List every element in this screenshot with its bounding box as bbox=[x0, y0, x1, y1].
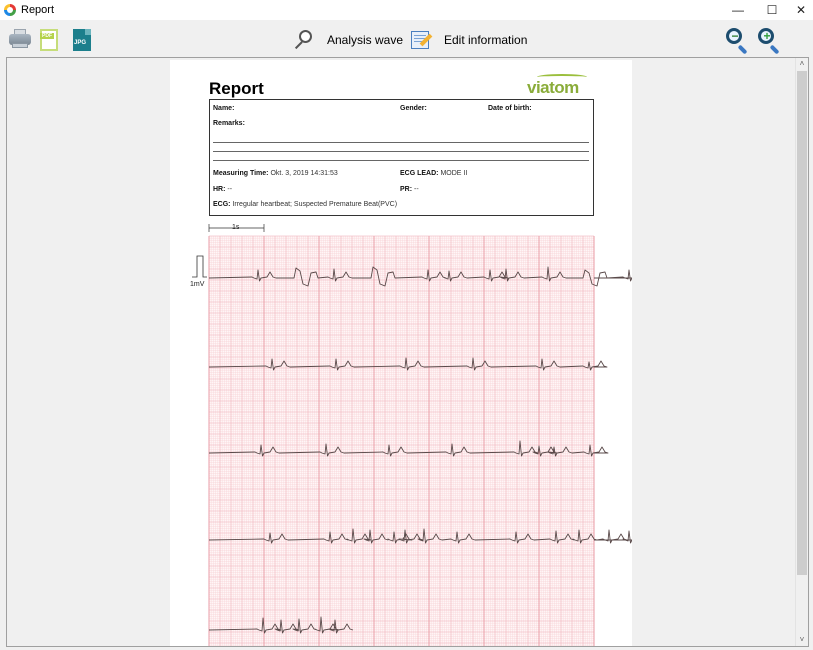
app-icon bbox=[4, 4, 16, 16]
ecg-strip-area: 1s 1mV bbox=[170, 218, 648, 646]
hr: HR: -- bbox=[213, 186, 233, 193]
maximize-button[interactable]: ☐ bbox=[757, 0, 787, 20]
ecg-chart bbox=[192, 224, 648, 646]
pr: PR: -- bbox=[400, 186, 419, 193]
pdf-icon: PDF bbox=[40, 33, 54, 39]
zoom-in-button[interactable]: + bbox=[757, 27, 783, 55]
jpg-icon: JPG bbox=[74, 40, 87, 46]
viatom-logo: viatom bbox=[527, 74, 587, 98]
export-pdf-button[interactable]: PDF bbox=[40, 29, 58, 51]
gender-label: Gender: bbox=[400, 105, 427, 112]
title-bar: Report — ☐ ✕ bbox=[0, 0, 813, 20]
ecg-result-value: Irregular heartbeat; Suspected Premature… bbox=[230, 201, 398, 208]
patient-info-box: Name: Gender: Date of birth: Remarks: Me… bbox=[209, 99, 594, 216]
edit-information-button[interactable]: Edit information bbox=[410, 26, 527, 54]
minimize-button[interactable]: — bbox=[723, 0, 753, 20]
dob-label: Date of birth: bbox=[488, 105, 532, 112]
close-button[interactable]: ✕ bbox=[786, 0, 813, 20]
ecg-lead: ECG LEAD: MODE II bbox=[400, 170, 468, 177]
remarks-line bbox=[213, 160, 589, 161]
toolbar: PDF JPG Analysis wave Edit information −… bbox=[0, 20, 813, 58]
magnifier-wave-icon bbox=[292, 29, 314, 51]
export-jpg-button[interactable]: JPG bbox=[73, 29, 91, 51]
window-title: Report bbox=[21, 4, 55, 16]
hr-value: -- bbox=[225, 186, 233, 193]
remarks-line bbox=[213, 142, 589, 143]
scroll-down-button[interactable]: ˅ bbox=[796, 634, 808, 646]
scroll-thumb[interactable] bbox=[797, 71, 807, 575]
zoom-out-button[interactable]: − bbox=[725, 27, 751, 55]
measuring-time-value: Okt. 3, 2019 14:31:53 bbox=[268, 170, 338, 177]
edit-notepad-icon bbox=[410, 29, 433, 51]
measuring-time: Measuring Time: Okt. 3, 2019 14:31:53 bbox=[213, 170, 338, 177]
remarks-label: Remarks: bbox=[213, 120, 245, 127]
name-label: Name: bbox=[213, 105, 235, 112]
amplitude-scale-label: 1mV bbox=[190, 281, 205, 288]
report-page: Report viatom Name: Gender: Date of birt… bbox=[170, 60, 648, 646]
remarks-line bbox=[213, 151, 589, 152]
analysis-wave-label: Analysis wave bbox=[327, 33, 404, 47]
report-viewport: Report viatom Name: Gender: Date of birt… bbox=[6, 57, 809, 647]
ecg-result: ECG: Irregular heartbeat; Suspected Prem… bbox=[213, 201, 398, 208]
time-scale-label: 1s bbox=[232, 224, 240, 231]
pr-value: -- bbox=[412, 186, 419, 193]
report-title: Report bbox=[209, 79, 264, 98]
ecg-lead-value: MODE II bbox=[438, 170, 468, 177]
calibration-pulse bbox=[192, 255, 207, 278]
scroll-up-button[interactable]: ˄ bbox=[796, 58, 808, 70]
vertical-scrollbar[interactable]: ˄ ˅ bbox=[795, 58, 808, 646]
analysis-wave-button[interactable]: Analysis wave bbox=[292, 26, 403, 54]
edit-information-label: Edit information bbox=[444, 33, 528, 47]
print-button[interactable] bbox=[9, 29, 31, 49]
